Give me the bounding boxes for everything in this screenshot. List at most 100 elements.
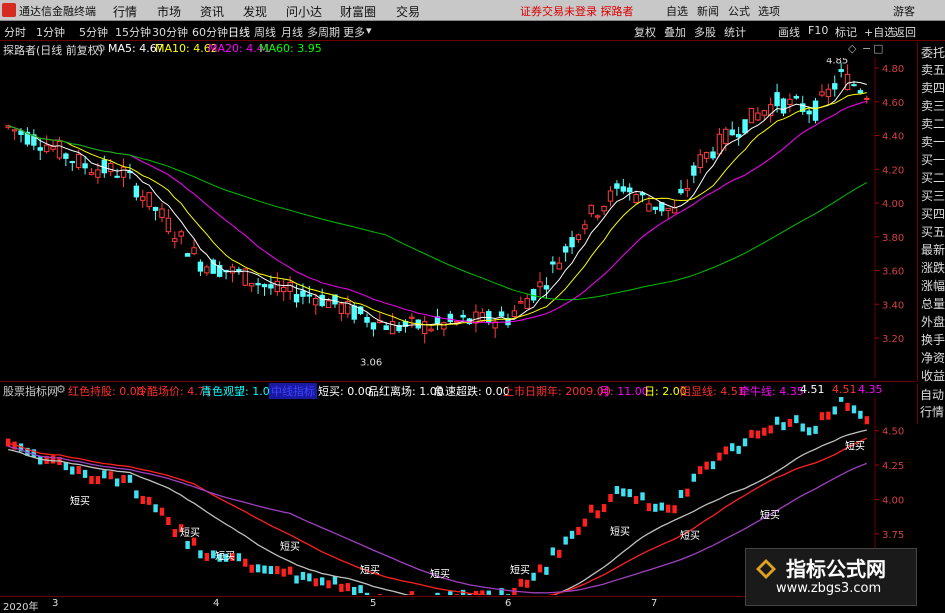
period-5min[interactable]: 5分钟 — [79, 24, 108, 40]
candle-body — [114, 175, 120, 178]
top-formula[interactable]: 公式 — [728, 3, 750, 19]
side-item-10[interactable]: 买五 — [920, 223, 945, 240]
side2-quote[interactable]: 行情 — [920, 403, 944, 420]
signal-bar — [281, 568, 286, 577]
period-month[interactable]: 月线 — [281, 24, 303, 40]
candle-body — [838, 69, 844, 72]
indicator-gear-icon[interactable]: ⚙ — [56, 383, 66, 396]
menu-wealth[interactable]: 财富圈 — [340, 3, 376, 20]
tool-add-watch[interactable]: +自选 — [864, 24, 895, 40]
signal-bar — [339, 583, 344, 592]
chevron-down-icon[interactable]: ▾ — [366, 24, 372, 37]
menu-markets[interactable]: 市场 — [157, 3, 181, 20]
top-guest[interactable]: 游客 — [893, 3, 915, 19]
signal-bar — [595, 510, 600, 519]
date-label-2: 4 — [213, 598, 220, 609]
candle-body — [364, 316, 370, 323]
candle-body — [229, 266, 236, 274]
side-item-0[interactable]: 委托 — [920, 44, 945, 61]
side-item-3[interactable]: 卖三 — [920, 97, 945, 114]
signal-bar — [864, 416, 869, 425]
date-label-1: 3 — [52, 598, 59, 609]
candlestick-chart[interactable]: 4.80 4.60 4.40 4.20 4.00 3.80 3.60 3.40 3.20 4.85… — [0, 58, 915, 378]
signal-bar — [838, 397, 844, 402]
signal-bar — [448, 591, 453, 595]
side-item-16[interactable]: 换手 — [920, 331, 945, 348]
candle-body — [63, 153, 69, 159]
side-item-17[interactable]: 净资 — [920, 349, 945, 366]
side-item-18[interactable]: 收益 — [920, 367, 945, 384]
signal-bar — [576, 526, 581, 535]
tool-multistock[interactable]: 多股 — [694, 24, 716, 40]
side-item-13[interactable]: 涨幅 — [920, 277, 945, 294]
side-item-14[interactable]: 总量 — [920, 295, 945, 312]
top-options[interactable]: 选项 — [758, 3, 780, 19]
menu-trade[interactable]: 交易 — [396, 3, 420, 20]
side-item-5[interactable]: 卖一 — [920, 133, 945, 150]
candle-body — [454, 320, 460, 323]
side-item-2[interactable]: 卖四 — [920, 79, 945, 96]
signal-bar — [621, 488, 626, 497]
minimize-icon[interactable]: − — [862, 42, 871, 55]
signal-bar — [518, 578, 523, 587]
period-1min[interactable]: 1分钟 — [36, 24, 65, 40]
tool-mark[interactable]: 标记 — [835, 24, 857, 40]
period-fenshi[interactable]: 分时 — [4, 24, 26, 40]
price-axis-label: 3.60 — [882, 267, 904, 278]
signal-bar — [601, 504, 607, 513]
period-30min[interactable]: 30分钟 — [152, 24, 188, 40]
side-item-1[interactable]: 卖五 — [920, 61, 945, 78]
date-label-3: 5 — [370, 598, 377, 609]
menu-news[interactable]: 资讯 — [200, 3, 224, 20]
menu-ask[interactable]: 问小达 — [286, 3, 322, 20]
signal-bar — [409, 591, 415, 595]
side-item-9[interactable]: 买四 — [920, 205, 945, 222]
login-warning[interactable]: 证券交易未登录 探路者 — [520, 3, 634, 19]
tool-overlay[interactable]: 叠加 — [664, 24, 686, 40]
candle-body — [11, 129, 18, 132]
signal-bar — [563, 536, 568, 545]
period-multi[interactable]: 多周期 — [307, 24, 340, 40]
indicator-bar: 股票指标网 ⚙ 红色持股: 0.00 冷酷场价: 4.71 青色观望: 1.00… — [0, 381, 915, 399]
signal-bar — [832, 406, 837, 415]
tool-stats[interactable]: 统计 — [724, 24, 746, 40]
tool-back[interactable]: 返回 — [894, 24, 916, 40]
side-item-8[interactable]: 买三 — [920, 187, 945, 204]
side-item-7[interactable]: 买二 — [920, 169, 945, 186]
signal-bar — [633, 496, 639, 505]
period-60min[interactable]: 60分钟 — [192, 24, 228, 40]
tool-f10[interactable]: F10 — [808, 24, 828, 37]
signal-bar — [826, 411, 831, 420]
side-item-15[interactable]: 外盘 — [920, 313, 945, 330]
signal-bar — [6, 438, 11, 447]
side-item-11[interactable]: 最新 — [920, 241, 945, 258]
candle-body — [556, 262, 562, 270]
candle-body — [742, 119, 748, 134]
candle-body — [774, 92, 780, 107]
gear-icon[interactable]: ⚙ — [96, 42, 106, 55]
tool-draw[interactable]: 画线 — [778, 24, 800, 40]
period-week[interactable]: 周线 — [254, 24, 276, 40]
signal-bar — [659, 502, 664, 511]
high-price-label: 4.85 — [826, 58, 848, 67]
period-more[interactable]: 更多 — [343, 24, 365, 40]
diamond-icon[interactable]: ◇ — [848, 42, 856, 55]
candle-body — [338, 303, 345, 314]
candle-body — [165, 217, 172, 233]
menu-discover[interactable]: 发现 — [243, 3, 267, 20]
candle-body — [306, 294, 313, 297]
tool-adjust[interactable]: 复权 — [634, 24, 656, 40]
side2-auto[interactable]: 自动 — [920, 386, 944, 403]
signal-bar — [787, 418, 793, 427]
side-item-12[interactable]: 涨跌 — [920, 259, 945, 276]
menu-market[interactable]: 行情 — [113, 3, 137, 20]
side-item-6[interactable]: 买一 — [920, 151, 945, 168]
top-watchlist[interactable]: 自选 — [666, 3, 688, 19]
order-side-panel: 委托 卖五 卖四 卖三 卖二 卖一 买一 买二 买三 买四 买五 最新 涨跌 涨… — [917, 42, 945, 384]
period-day[interactable]: 日线 — [228, 24, 250, 40]
side-item-4[interactable]: 卖二 — [920, 115, 945, 132]
maximize-icon[interactable]: □ — [873, 42, 883, 55]
top-news[interactable]: 新闻 — [697, 3, 719, 19]
period-15min[interactable]: 15分钟 — [115, 24, 151, 40]
short-buy-label: 短买 — [510, 563, 530, 576]
